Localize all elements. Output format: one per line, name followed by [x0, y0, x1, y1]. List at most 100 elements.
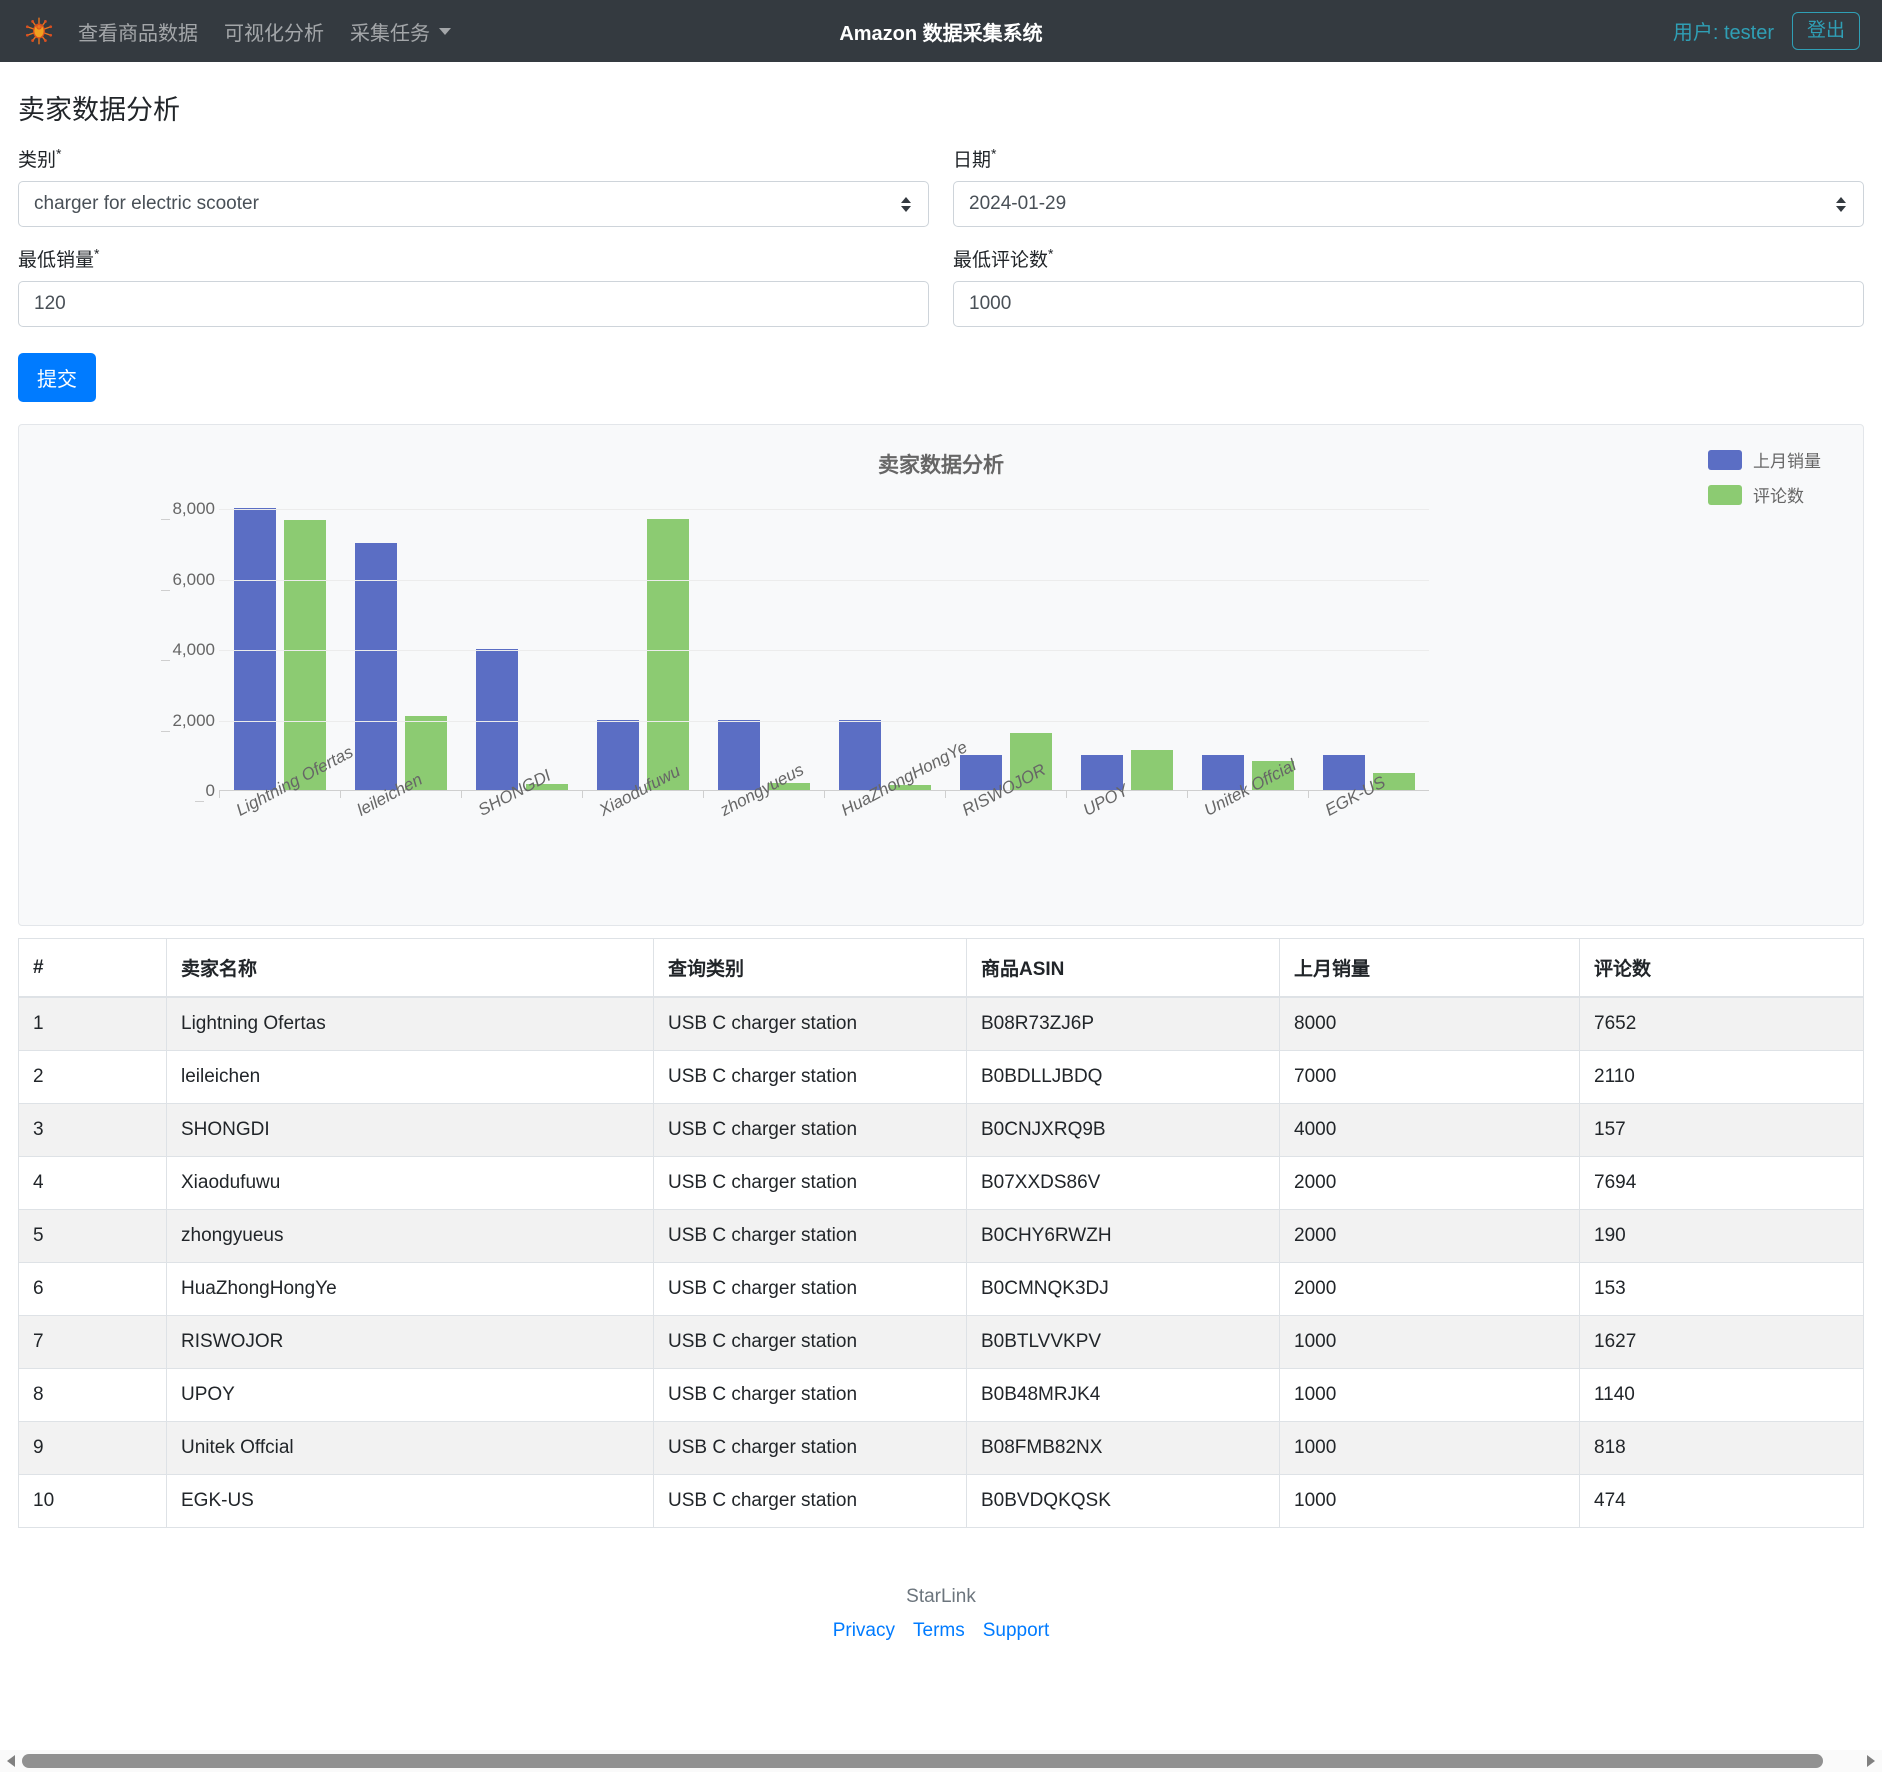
chart-y-tick-label: 4,000 [161, 640, 215, 661]
cell-asin: B08FMB82NX [966, 1421, 1280, 1475]
footer-links: Privacy Terms Support [18, 1620, 1864, 1642]
footer: StarLink Privacy Terms Support [18, 1586, 1864, 1652]
label-min-sales-required: * [94, 245, 100, 262]
chart-x-label-cell: UPOY [1066, 780, 1187, 887]
chart-gridline [219, 579, 1429, 581]
table-row[interactable]: 6 HuaZhongHongYe USB C charger station B0CM… [18, 1262, 1864, 1316]
min-reviews-input[interactable]: 1000 [953, 281, 1864, 327]
table-row[interactable]: 4 Xiaodufuwu USB C charger station B07XXDS8… [18, 1156, 1864, 1210]
label-min-reviews: 最低评论数* [953, 245, 1864, 272]
scrollbar-thumb[interactable] [22, 1754, 1824, 1768]
chart-plot-area: 0 2,000 4,000 6,000 8,000 [161, 499, 1429, 802]
col-header-index[interactable]: # [18, 938, 167, 998]
table-row[interactable]: 8 UPOY USB C charger station B0B48MRJK4 1000… [18, 1368, 1864, 1422]
chart-bar-sales[interactable] [596, 719, 639, 790]
cell-reviews: 190 [1579, 1209, 1864, 1263]
table-row[interactable]: 10 EGK-US USB C charger station B0BVDQKQSK 1… [18, 1474, 1864, 1528]
cell-category: USB C charger station [653, 1368, 967, 1422]
nav-link-product-data[interactable]: 查看商品数据 [78, 17, 198, 46]
col-header-asin[interactable]: 商品ASIN [966, 938, 1280, 998]
submit-button[interactable]: 提交 [18, 353, 96, 402]
footer-link-privacy[interactable]: Privacy [833, 1620, 895, 1642]
chart-y-tick-mark [194, 801, 204, 802]
cell-seller: zhongyueus [166, 1209, 654, 1263]
cell-index: 4 [18, 1156, 167, 1210]
nav-dropdown-label: 采集任务 [350, 22, 430, 45]
table-row[interactable]: 5 zhongyueus USB C charger station B0CHY6RW… [18, 1209, 1864, 1263]
scroll-left-arrow-icon[interactable] [0, 1750, 22, 1772]
chart-bar-sales[interactable] [475, 649, 518, 790]
chart-x-label-cell: HuaZhongHongYe [824, 737, 970, 887]
legend-item-sales[interactable]: 上月销量 [1708, 447, 1821, 472]
current-user-label: 用户: tester [1672, 22, 1774, 45]
chart-bar-sales[interactable] [233, 508, 276, 790]
cell-index: 9 [18, 1421, 167, 1475]
legend-label-reviews: 评论数 [1753, 487, 1804, 506]
chart-bar-reviews[interactable] [1130, 749, 1173, 790]
chevron-down-icon [439, 27, 451, 35]
spider-logo-icon[interactable] [22, 14, 56, 48]
cell-seller: UPOY [166, 1368, 654, 1422]
cell-reviews: 153 [1579, 1262, 1864, 1316]
chart-x-label-cell: Unitek Offcial [1187, 756, 1308, 887]
field-min-sales: 最低销量* 120 [18, 245, 929, 327]
table-row[interactable]: 7 RISWOJOR USB C charger station B0BTLVVKPV… [18, 1315, 1864, 1369]
footer-link-support[interactable]: Support [983, 1620, 1050, 1642]
nav-link-visual-analysis[interactable]: 可视化分析 [224, 17, 324, 46]
legend-item-reviews[interactable]: 评论数 [1708, 482, 1821, 507]
cell-category: USB C charger station [653, 1421, 967, 1475]
chart-legend: 上月销量 评论数 [1708, 447, 1821, 517]
footer-link-terms[interactable]: Terms [913, 1620, 965, 1642]
date-select[interactable]: 2024-01-29 [953, 181, 1864, 227]
navbar-right: 用户: tester 登出 [1672, 11, 1860, 51]
col-header-sales[interactable]: 上月销量 [1279, 938, 1580, 998]
chart-bar-reviews[interactable] [646, 518, 689, 790]
table-row[interactable]: 1 Lightning Ofertas USB C charger station B… [18, 996, 1864, 1051]
chart-card: 卖家数据分析 上月销量 评论数 0 2,000 4,000 6,000 8,000 Li… [18, 424, 1864, 926]
nav-links: 查看商品数据 可视化分析 采集任务 [78, 17, 451, 46]
cell-seller: Unitek Offcial [166, 1421, 654, 1475]
select-arrows-icon [1834, 196, 1848, 212]
table-row[interactable]: 2 leileichen USB C charger station B0BDLLJB… [18, 1050, 1864, 1104]
scrollbar-track[interactable] [22, 1750, 1860, 1772]
scroll-right-arrow-icon[interactable] [1860, 1750, 1882, 1772]
logout-button[interactable]: 登出 [1791, 11, 1860, 51]
cell-asin: B0B48MRJK4 [966, 1368, 1280, 1422]
chart-bar-sales[interactable] [838, 719, 881, 790]
cell-reviews: 7652 [1579, 996, 1864, 1051]
cell-asin: B0BTLVVKPV [966, 1315, 1280, 1369]
cell-seller: SHONGDI [166, 1103, 654, 1157]
cell-sales: 8000 [1279, 996, 1580, 1051]
chart-y-tick-label: 2,000 [161, 711, 215, 732]
cell-category: USB C charger station [653, 996, 967, 1051]
horizontal-scrollbar[interactable] [0, 1750, 1882, 1772]
table-row[interactable]: 3 SHONGDI USB C charger station B0CNJXRQ9B 4… [18, 1103, 1864, 1157]
cell-category: USB C charger station [653, 1315, 967, 1369]
label-category-required: * [56, 145, 62, 162]
category-select[interactable]: charger for electric scooter [18, 181, 929, 227]
chart-x-label-cell: Xiaodufuwu [582, 761, 703, 887]
chart-bar-reviews[interactable] [283, 520, 326, 790]
chart-bar-sales[interactable] [717, 719, 760, 790]
cell-asin: B08R73ZJ6P [966, 996, 1280, 1051]
chart-x-label-cell: RISWOJOR [945, 760, 1066, 887]
chart-x-label-cell: SHONGDI [461, 766, 582, 887]
cell-category: USB C charger station [653, 1050, 967, 1104]
cell-index: 10 [18, 1474, 167, 1528]
cell-category: USB C charger station [653, 1262, 967, 1316]
chart-gridline [219, 650, 1429, 651]
nav-dropdown-collect-task[interactable]: 采集任务 [350, 17, 451, 46]
table-row[interactable]: 9 Unitek Offcial USB C charger station B08F… [18, 1421, 1864, 1475]
field-category: 类别* charger for electric scooter [18, 145, 929, 227]
col-header-reviews[interactable]: 评论数 [1579, 938, 1864, 998]
cell-reviews: 1627 [1579, 1315, 1864, 1369]
cell-sales: 1000 [1279, 1421, 1580, 1475]
chart-title: 卖家数据分析 [878, 454, 1004, 477]
chart-y-tick-mark [161, 519, 171, 520]
cell-seller: EGK-US [166, 1474, 654, 1528]
chart-y-tick-label: 0 [194, 781, 215, 802]
cell-index: 6 [18, 1262, 167, 1316]
min-sales-input[interactable]: 120 [18, 281, 929, 327]
col-header-category[interactable]: 查询类别 [653, 938, 967, 998]
col-header-seller[interactable]: 卖家名称 [166, 938, 654, 998]
